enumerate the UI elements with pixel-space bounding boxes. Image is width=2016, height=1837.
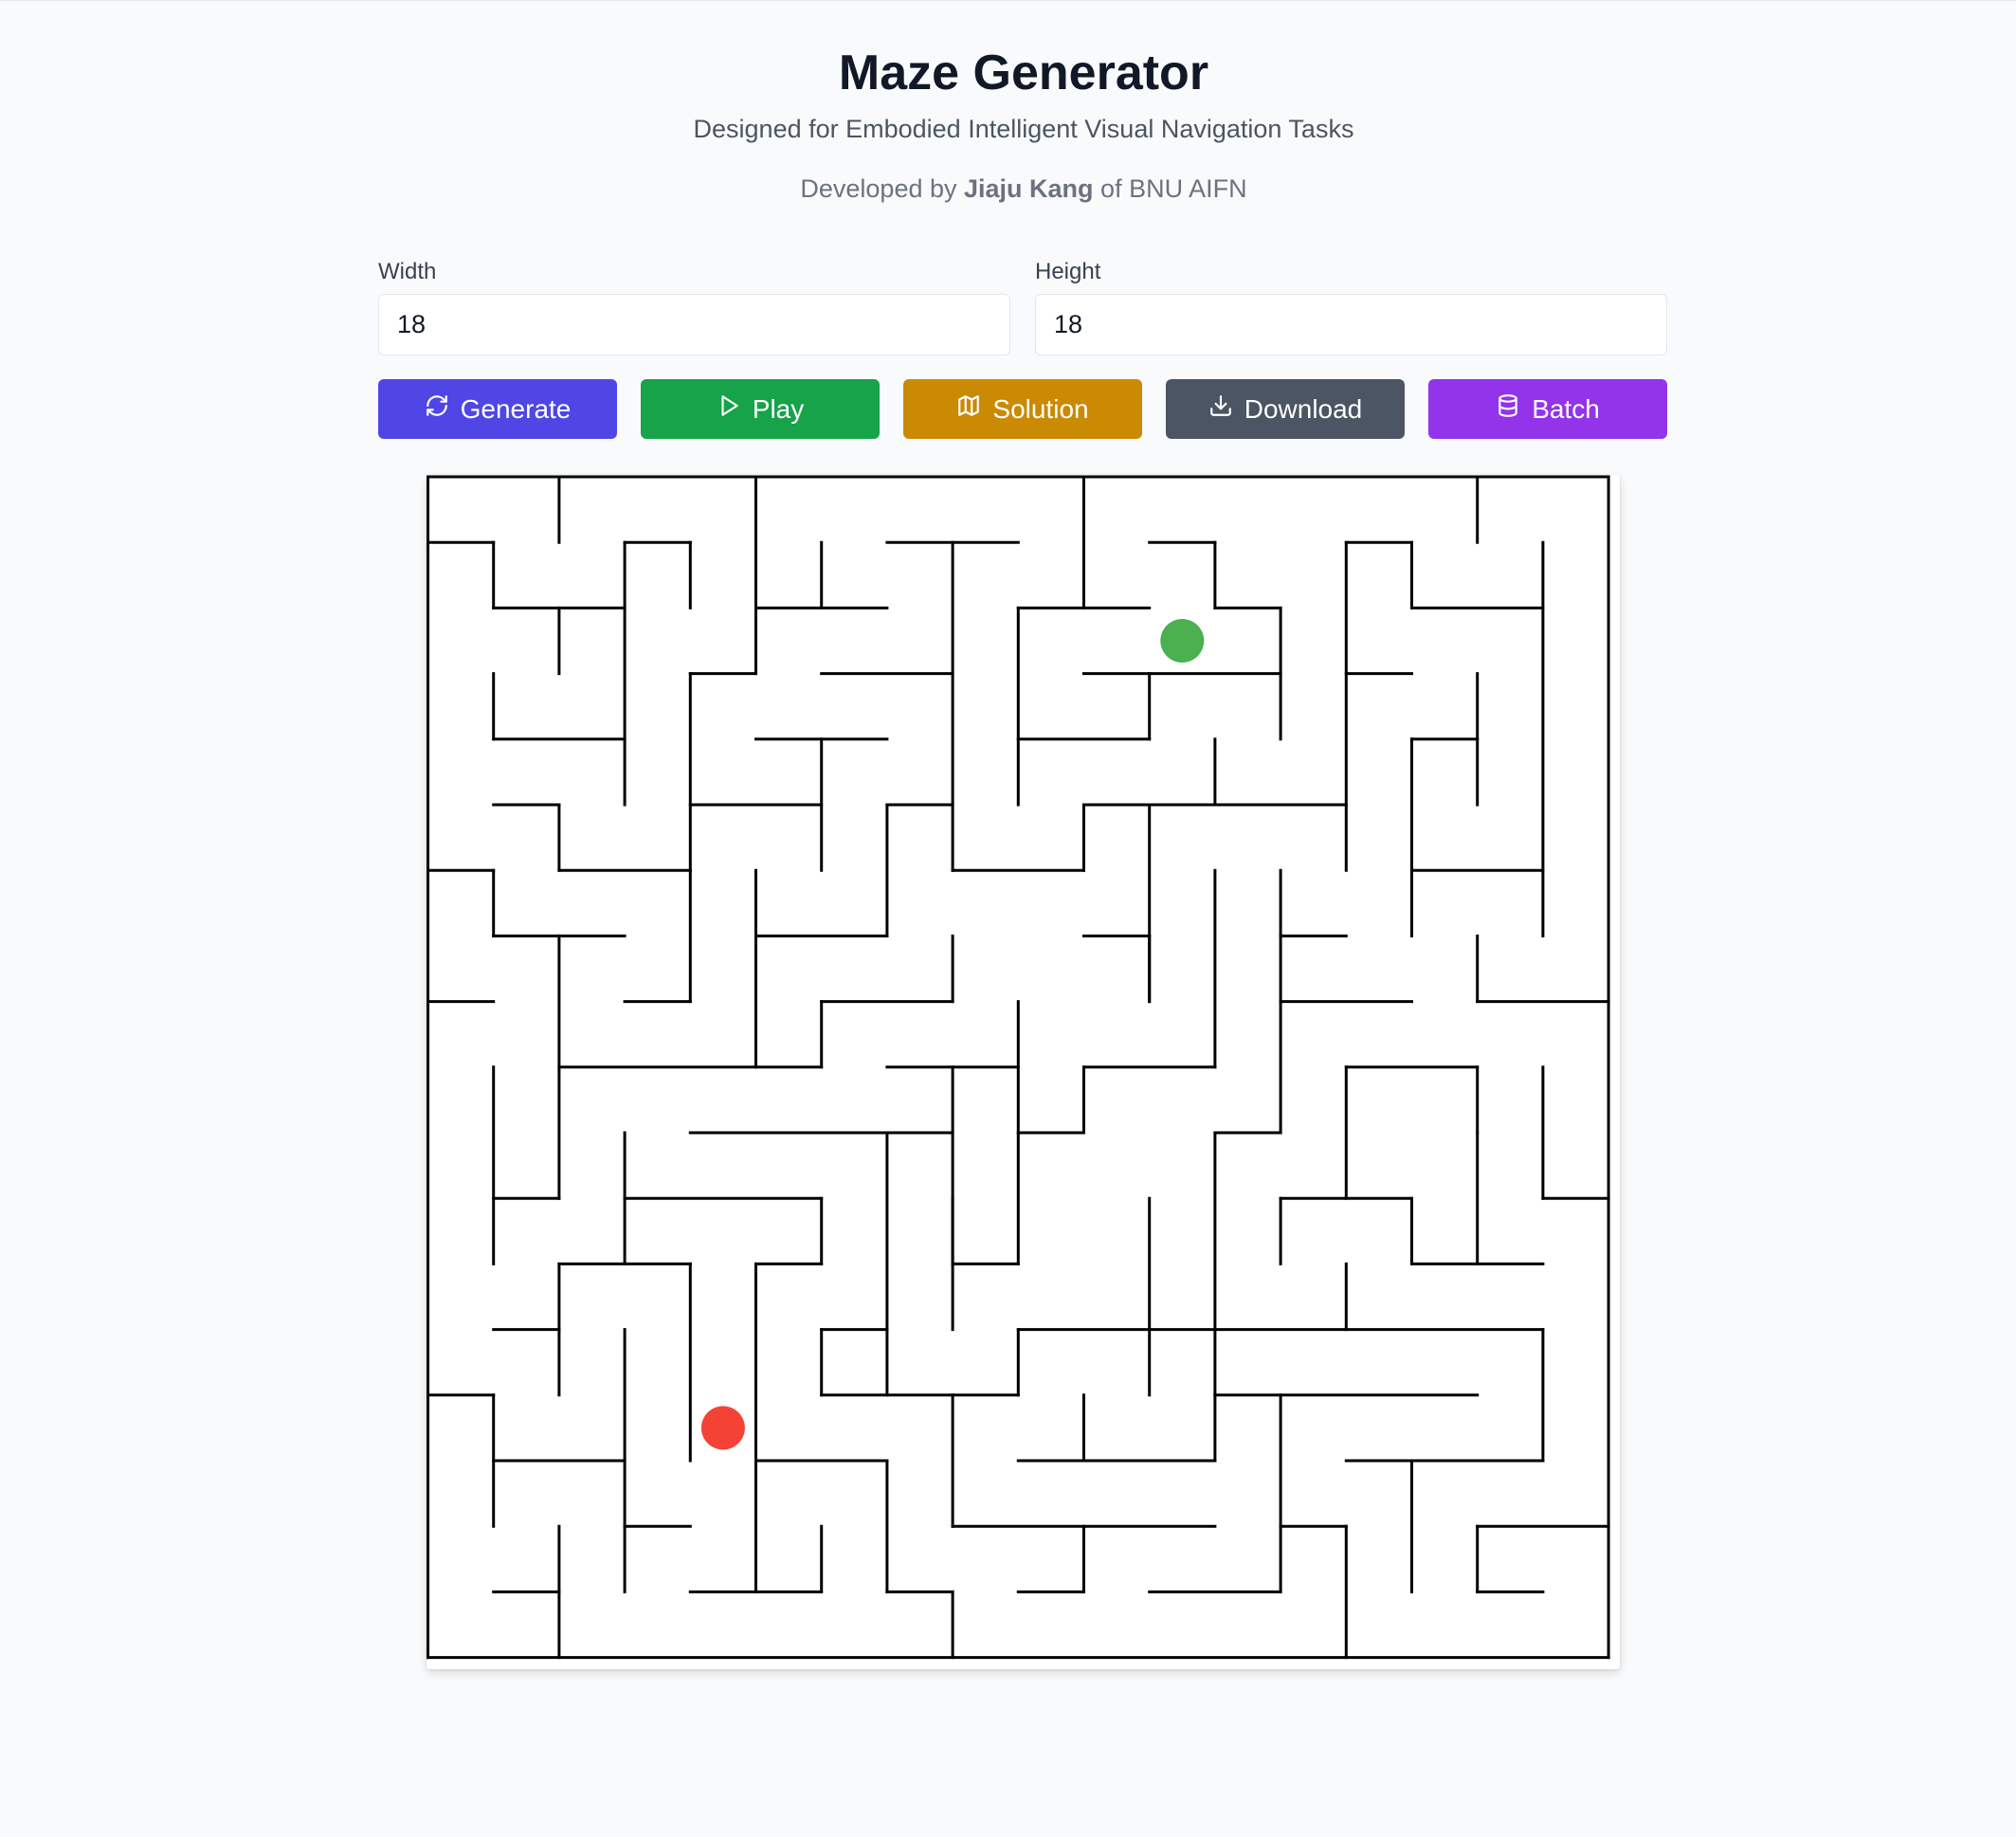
app-root: Maze Generator Designed for Embodied Int… [0, 0, 2016, 1837]
play-icon [717, 393, 741, 425]
page-title: Maze Generator [838, 45, 1209, 100]
play-button[interactable]: Play [641, 379, 880, 439]
download-button[interactable]: Download [1166, 379, 1405, 439]
developer-name: Jiaju Kang [964, 174, 1094, 203]
maze-canvas[interactable] [427, 475, 1620, 1669]
solution-label: Solution [992, 393, 1089, 424]
download-icon [1208, 393, 1233, 425]
download-label: Download [1244, 393, 1363, 424]
credit-suffix: of BNU AIFN [1093, 174, 1247, 203]
page-subtitle: Designed for Embodied Intelligent Visual… [693, 115, 1354, 143]
start-marker [1160, 619, 1205, 663]
width-label: Width [378, 259, 437, 284]
height-label: Height [1035, 259, 1101, 284]
generate-button[interactable]: Generate [378, 379, 617, 439]
refresh-icon [425, 393, 449, 425]
batch-label: Batch [1532, 393, 1600, 424]
height-input[interactable] [1035, 294, 1667, 355]
batch-button[interactable]: Batch [1428, 379, 1667, 439]
goal-marker [700, 1406, 745, 1450]
solution-button[interactable]: Solution [903, 379, 1142, 439]
width-input[interactable] [378, 294, 1010, 355]
maze-grid [427, 475, 1610, 1660]
maze-walls [427, 475, 1610, 1660]
play-label: Play [752, 393, 805, 424]
developer-credit: Developed by Jiaju Kang of BNU AIFN [0, 174, 2016, 204]
generate-label: Generate [460, 393, 572, 424]
credit-prefix: Developed by [800, 174, 965, 203]
map-icon [956, 393, 981, 425]
database-icon [1496, 393, 1520, 425]
